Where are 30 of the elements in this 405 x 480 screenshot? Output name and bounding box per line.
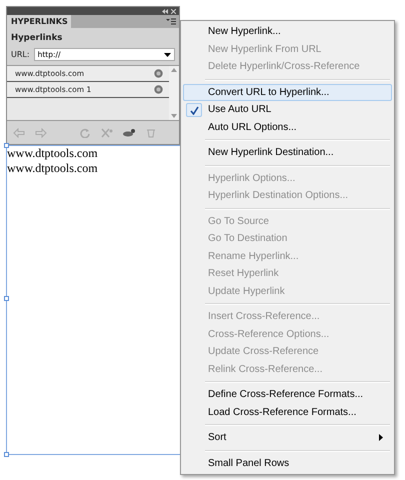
scroll-up-icon[interactable]	[171, 68, 177, 72]
panel-heading: Hyperlinks	[10, 32, 64, 45]
document-text-line: www.dtptools.com	[7, 146, 99, 161]
menu-item[interactable]: Convert URL to Hyperlink...	[183, 84, 392, 101]
menu-item[interactable]: New Hyperlink...	[183, 23, 392, 40]
document-text-line: www.dtptools.com	[7, 161, 99, 176]
submenu-arrow-icon	[379, 434, 383, 442]
menu-item[interactable]: Use Auto URL	[183, 101, 392, 118]
panel-tab[interactable]: HYPERLINKS	[7, 15, 71, 28]
menu-icon[interactable]	[166, 18, 176, 25]
scrollbar[interactable]	[169, 66, 179, 120]
status-dot-icon	[154, 85, 163, 94]
menu-item[interactable]: New Hyperlink Destination...	[183, 144, 392, 162]
menu-item[interactable]: Load Cross-Reference Formats...	[183, 404, 392, 421]
status-dot-icon	[154, 69, 163, 78]
menu-item[interactable]: Small Panel Rows	[183, 454, 392, 472]
dropdown-arrow-icon	[164, 52, 171, 56]
frame-handle[interactable]	[4, 452, 9, 457]
refresh-icon[interactable]	[79, 128, 91, 138]
menu-item[interactable]: Sort	[183, 429, 392, 446]
scroll-down-icon[interactable]	[171, 114, 177, 118]
trash-icon[interactable]	[145, 128, 157, 138]
right-arrow-icon[interactable]	[35, 128, 47, 138]
menu-item[interactable]: Auto URL Options...	[183, 118, 392, 136]
left-arrow-icon[interactable]	[13, 128, 25, 138]
frame-handle[interactable]	[4, 296, 9, 301]
frame-handle[interactable]	[4, 143, 9, 148]
close-icon[interactable]	[171, 8, 176, 14]
menu-item[interactable]: Define Cross-Reference Formats...	[183, 386, 392, 404]
url-label: URL:	[11, 50, 30, 59]
